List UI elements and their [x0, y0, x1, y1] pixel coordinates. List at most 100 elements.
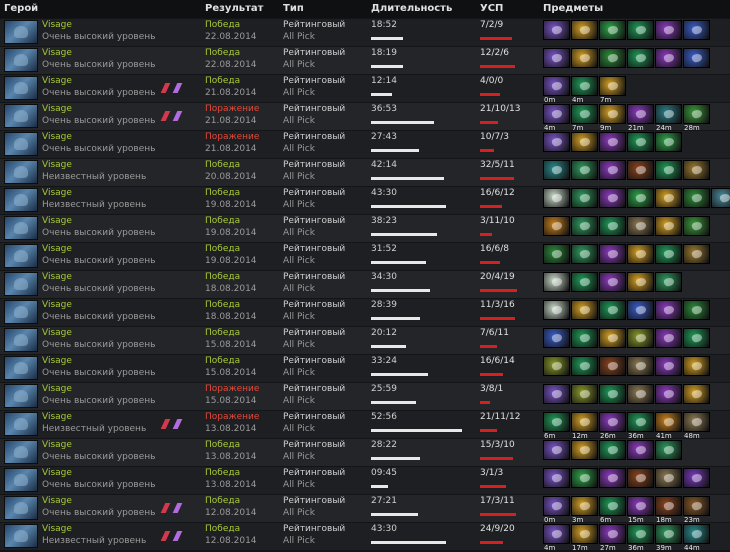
staff-icon[interactable] [627, 496, 654, 516]
scroll-icon[interactable] [627, 356, 654, 376]
staff-icon[interactable] [655, 20, 682, 40]
scroll-icon[interactable] [627, 384, 654, 404]
staff-icon[interactable] [599, 244, 626, 264]
match-result-link[interactable]: Победа [205, 20, 240, 30]
blink-dagger-icon[interactable] [571, 468, 598, 488]
hero-portrait[interactable] [4, 412, 38, 436]
boots-icon[interactable] [599, 496, 626, 516]
arcane-boots-icon[interactable] [543, 76, 570, 96]
dragon-lance-icon[interactable] [543, 356, 570, 376]
hand-of-midas-icon[interactable] [683, 356, 710, 376]
match-result-link[interactable]: Победа [205, 216, 240, 226]
staff-icon[interactable] [655, 300, 682, 320]
match-result-link[interactable]: Победа [205, 48, 240, 58]
hero-portrait[interactable] [4, 244, 38, 268]
arcane-boots-icon[interactable] [543, 20, 570, 40]
hand-of-midas-icon[interactable] [571, 440, 598, 460]
scythe-icon[interactable] [655, 272, 682, 292]
dragon-lance-icon[interactable] [627, 328, 654, 348]
hand-of-midas-icon[interactable] [655, 216, 682, 236]
aether-lens-icon[interactable] [683, 524, 710, 544]
hero-name-link[interactable]: Visage [42, 412, 72, 422]
eul-icon[interactable] [543, 188, 570, 208]
hand-of-midas-icon[interactable] [627, 272, 654, 292]
urn-icon[interactable] [599, 48, 626, 68]
match-result-link[interactable]: Победа [205, 440, 240, 450]
table-row[interactable]: Visage Очень высокий уровень Победа 18.08.2… [0, 299, 730, 326]
match-result-link[interactable]: Поражение [205, 384, 259, 394]
table-row[interactable]: Visage Очень высокий уровень Победа 12.08.2… [0, 495, 730, 524]
arcane-boots-icon[interactable] [543, 496, 570, 516]
aghanim-icon[interactable] [655, 104, 682, 124]
match-result-link[interactable]: Поражение [205, 104, 259, 114]
table-row[interactable]: Visage Очень высокий уровень Победа 19.08.2… [0, 243, 730, 270]
hero-name-link[interactable]: Visage [42, 216, 72, 226]
boots-icon[interactable] [627, 412, 654, 432]
mask-icon[interactable] [655, 496, 682, 516]
table-row[interactable]: Visage Неизвестный уровень Победа 19.08.201… [0, 187, 730, 214]
staff-icon[interactable] [599, 412, 626, 432]
header-hero[interactable]: Герой [4, 3, 38, 14]
dragon-lance-icon[interactable] [571, 384, 598, 404]
table-row[interactable]: Visage Очень высокий уровень Победа 22.08.2… [0, 19, 730, 46]
scroll-icon[interactable] [655, 468, 682, 488]
boots-icon[interactable] [599, 216, 626, 236]
hand-of-midas-icon[interactable] [599, 104, 626, 124]
table-row[interactable]: Visage Очень высокий уровень Победа 19.08.2… [0, 215, 730, 242]
match-result-link[interactable]: Поражение [205, 132, 259, 142]
match-result-link[interactable]: Победа [205, 188, 240, 198]
hero-name-link[interactable]: Visage [42, 384, 72, 394]
orb-icon[interactable] [543, 244, 570, 264]
table-row[interactable]: Visage Очень высокий уровень Победа 18.08.2… [0, 271, 730, 298]
hero-name-link[interactable]: Visage [42, 48, 72, 58]
header-type[interactable]: Тип [283, 3, 304, 14]
hand-of-midas-icon[interactable] [571, 300, 598, 320]
boots-icon[interactable] [571, 328, 598, 348]
hand-of-midas-icon[interactable] [655, 188, 682, 208]
hero-name-link[interactable]: Visage [42, 468, 72, 478]
match-result-link[interactable]: Победа [205, 524, 240, 534]
force-staff-icon[interactable] [683, 48, 710, 68]
orb-icon[interactable] [683, 300, 710, 320]
match-result-link[interactable]: Поражение [205, 412, 259, 422]
match-result-link[interactable]: Победа [205, 496, 240, 506]
scythe-icon[interactable] [655, 524, 682, 544]
orb-icon[interactable] [683, 468, 710, 488]
hero-portrait[interactable] [4, 160, 38, 184]
header-result[interactable]: Результат [205, 3, 263, 14]
hero-name-link[interactable]: Visage [42, 524, 72, 534]
boots-icon[interactable] [683, 328, 710, 348]
hero-name-link[interactable]: Visage [42, 244, 72, 254]
scroll-icon[interactable] [683, 412, 710, 432]
hero-portrait[interactable] [4, 188, 38, 212]
hand-of-midas-icon[interactable] [571, 48, 598, 68]
force-staff-icon[interactable] [543, 328, 570, 348]
match-result-link[interactable]: Победа [205, 160, 240, 170]
scythe-icon[interactable] [571, 160, 598, 180]
hero-name-link[interactable]: Visage [42, 160, 72, 170]
hero-name-link[interactable]: Visage [42, 272, 72, 282]
match-result-link[interactable]: Победа [205, 76, 240, 86]
hand-of-midas-icon[interactable] [683, 384, 710, 404]
boots-icon[interactable] [627, 20, 654, 40]
hero-portrait[interactable] [4, 216, 38, 240]
staff-icon[interactable] [627, 104, 654, 124]
boots-icon[interactable] [571, 272, 598, 292]
boots-icon[interactable] [627, 524, 654, 544]
hero-portrait[interactable] [4, 132, 38, 156]
boots-icon[interactable] [627, 132, 654, 152]
hero-name-link[interactable]: Visage [42, 440, 72, 450]
scythe-icon[interactable] [571, 244, 598, 264]
table-row[interactable]: Visage Очень высокий уровень Победа 15.08.2… [0, 355, 730, 382]
scythe-icon[interactable] [571, 216, 598, 236]
hand-of-midas-icon[interactable] [627, 244, 654, 264]
mask-icon[interactable] [627, 160, 654, 180]
eul-icon[interactable] [543, 272, 570, 292]
hero-name-link[interactable]: Visage [42, 188, 72, 198]
match-result-link[interactable]: Победа [205, 328, 240, 338]
boots-icon[interactable] [571, 356, 598, 376]
boots-icon[interactable] [599, 384, 626, 404]
boots-icon[interactable] [543, 412, 570, 432]
orb-icon[interactable] [543, 216, 570, 236]
hero-name-link[interactable]: Visage [42, 300, 72, 310]
